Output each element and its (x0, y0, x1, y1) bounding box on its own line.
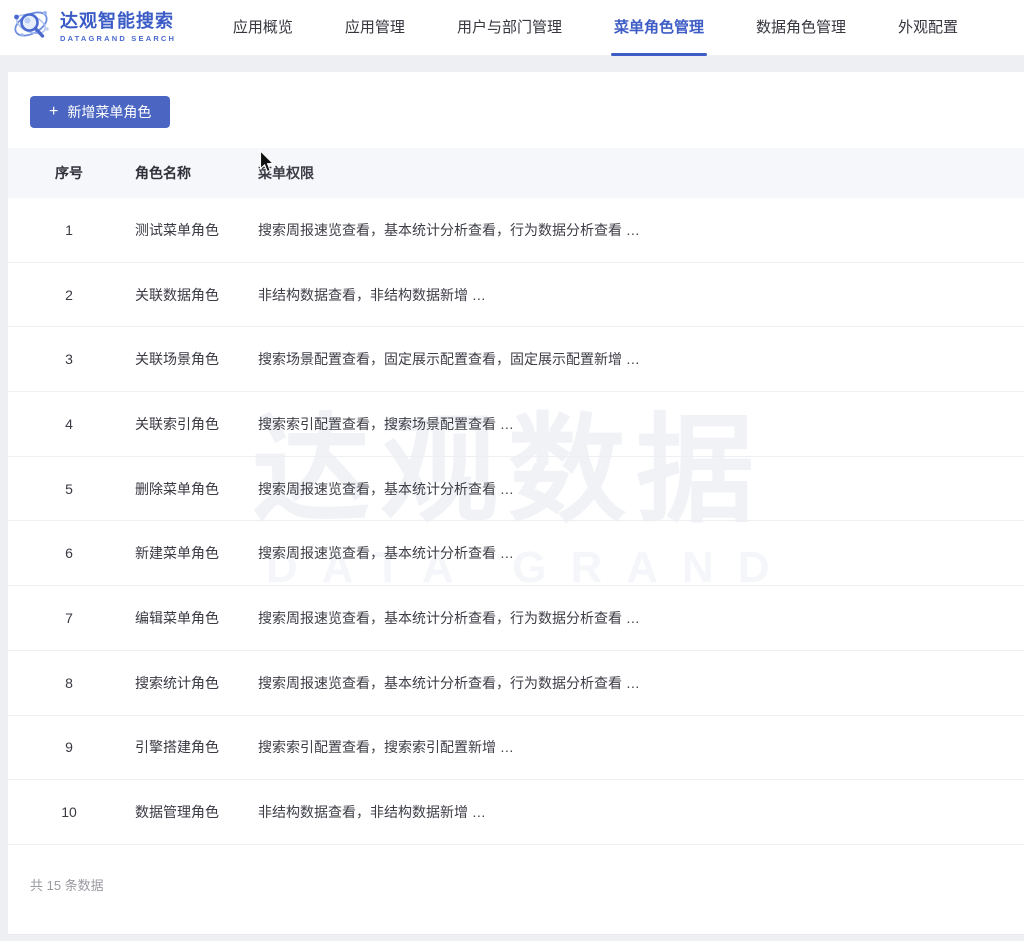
row-permissions-cell: 搜索周报速览查看，基本统计分析查看，行为数据分析查看 … (258, 608, 1024, 628)
row-index-cell: 6 (45, 545, 93, 561)
nav-tab[interactable]: 应用管理 (345, 0, 405, 56)
row-role-name-cell: 新建菜单角色 (93, 543, 258, 563)
table-row: 10 数据管理角色 非结构数据查看，非结构数据新增 … (8, 780, 1024, 845)
table-header-row: 序号 角色名称 菜单权限 (8, 148, 1024, 198)
row-role-name-cell: 关联数据角色 (93, 285, 258, 305)
row-permissions-cell: 搜索周报速览查看，基本统计分析查看 … (258, 479, 1024, 499)
row-permissions-cell: 搜索场景配置查看，固定展示配置查看，固定展示配置新增 … (258, 349, 1024, 369)
table-row: 2 关联数据角色 非结构数据查看，非结构数据新增 … (8, 263, 1024, 328)
table-row: 5 删除菜单角色 搜索周报速览查看，基本统计分析查看 … (8, 457, 1024, 522)
column-header-role-name: 角色名称 (93, 163, 258, 183)
row-role-name-cell: 关联场景角色 (93, 349, 258, 369)
table-row: 6 新建菜单角色 搜索周报速览查看，基本统计分析查看 … (8, 521, 1024, 586)
row-role-name-cell: 搜索统计角色 (93, 673, 258, 693)
row-index-cell: 10 (45, 804, 93, 820)
row-index-cell: 3 (45, 351, 93, 367)
row-permissions-cell: 搜索周报速览查看，基本统计分析查看 … (258, 543, 1024, 563)
row-index-cell: 1 (45, 222, 93, 238)
row-index-cell: 8 (45, 675, 93, 691)
add-menu-role-button[interactable]: + 新增菜单角色 (30, 96, 170, 128)
nav-tab[interactable]: 菜单角色管理 (614, 0, 704, 56)
table-row: 4 关联索引角色 搜索索引配置查看，搜索场景配置查看 … (8, 392, 1024, 457)
table-row: 1 测试菜单角色 搜索周报速览查看，基本统计分析查看，行为数据分析查看 … (8, 198, 1024, 263)
nav-tab[interactable]: 用户与部门管理 (457, 0, 562, 56)
brand-subtitle: DATAGRAND SEARCH (60, 35, 176, 43)
plus-icon: + (49, 104, 58, 120)
table-row: 3 关联场景角色 搜索场景配置查看，固定展示配置查看，固定展示配置新增 … (8, 327, 1024, 392)
nav-tab[interactable]: 外观配置 (898, 0, 958, 56)
menu-roles-table: 序号 角色名称 菜单权限 1 测试菜单角色 搜索周报速览查看，基本统计分析查看，… (8, 148, 1024, 845)
row-role-name-cell: 编辑菜单角色 (93, 608, 258, 628)
content-panel: 达观数据 DATA GRAND + 新增菜单角色 序号 角色名称 菜单权限 1 … (8, 72, 1024, 935)
table-row: 9 引擎搭建角色 搜索索引配置查看，搜索索引配置新增 … (8, 716, 1024, 781)
row-role-name-cell: 引擎搭建角色 (93, 737, 258, 757)
row-permissions-cell: 搜索周报速览查看，基本统计分析查看，行为数据分析查看 … (258, 220, 1024, 240)
row-index-cell: 4 (45, 416, 93, 432)
row-role-name-cell: 删除菜单角色 (93, 479, 258, 499)
row-permissions-cell: 非结构数据查看，非结构数据新增 … (258, 285, 1024, 305)
row-permissions-cell: 搜索索引配置查看，搜索场景配置查看 … (258, 414, 1024, 434)
brand-logo[interactable]: 达观智能搜索 DATAGRAND SEARCH (12, 4, 176, 51)
row-permissions-cell: 搜索周报速览查看，基本统计分析查看，行为数据分析查看 … (258, 673, 1024, 693)
row-role-name-cell: 关联索引角色 (93, 414, 258, 434)
row-index-cell: 9 (45, 739, 93, 755)
table-row: 7 编辑菜单角色 搜索周报速览查看，基本统计分析查看，行为数据分析查看 … (8, 586, 1024, 651)
table-footer-total: 共 15 条数据 (8, 845, 1024, 894)
row-index-cell: 7 (45, 610, 93, 626)
primary-nav: 应用概览应用管理用户与部门管理菜单角色管理数据角色管理外观配置 (233, 0, 1024, 56)
column-header-index: 序号 (45, 163, 93, 183)
nav-tab[interactable]: 数据角色管理 (756, 0, 846, 56)
nav-tab[interactable]: 应用概览 (233, 0, 293, 56)
datagrand-logo-icon (12, 4, 52, 51)
row-role-name-cell: 数据管理角色 (93, 802, 258, 822)
row-index-cell: 2 (45, 287, 93, 303)
row-permissions-cell: 搜索索引配置查看，搜索索引配置新增 … (258, 737, 1024, 757)
column-header-menu-permissions: 菜单权限 (258, 163, 1024, 183)
table-row: 8 搜索统计角色 搜索周报速览查看，基本统计分析查看，行为数据分析查看 … (8, 651, 1024, 716)
top-header: 达观智能搜索 DATAGRAND SEARCH 应用概览应用管理用户与部门管理菜… (0, 0, 1024, 56)
brand-title: 达观智能搜索 (60, 12, 176, 32)
row-role-name-cell: 测试菜单角色 (93, 220, 258, 240)
row-permissions-cell: 非结构数据查看，非结构数据新增 … (258, 802, 1024, 822)
add-menu-role-label: 新增菜单角色 (67, 102, 151, 122)
row-index-cell: 5 (45, 481, 93, 497)
